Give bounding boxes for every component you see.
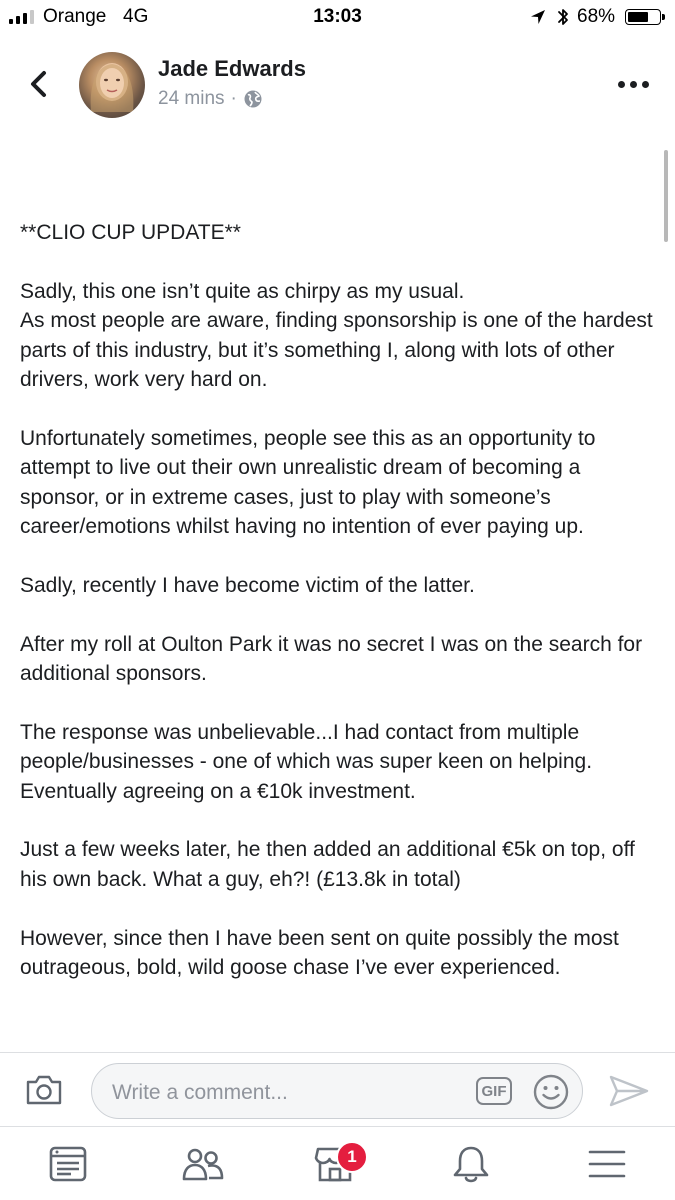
emoji-icon[interactable] (532, 1073, 570, 1111)
camera-icon[interactable] (24, 1073, 64, 1107)
location-arrow-icon (531, 10, 545, 24)
gif-button[interactable]: GIF (476, 1077, 512, 1105)
news-feed-icon[interactable] (47, 1143, 91, 1185)
post-paragraph: The response was unbelievable...I had co… (20, 720, 593, 803)
post-body: **CLIO CUP UPDATE** Sadly, this one isn’… (20, 218, 658, 1012)
more-options-button[interactable] (613, 72, 653, 96)
post-paragraph: However, since then I have been sent on … (20, 926, 619, 980)
globe-icon (244, 90, 262, 108)
more-dot-icon (629, 80, 637, 88)
comment-field[interactable] (110, 1074, 464, 1112)
post-paragraph: Sadly, this one isn’t quite as chirpy as… (20, 279, 653, 392)
more-dot-icon (641, 80, 649, 88)
avatar-photo (90, 63, 134, 112)
send-icon[interactable] (608, 1073, 650, 1109)
menu-icon[interactable] (585, 1143, 629, 1185)
avatar[interactable] (79, 52, 145, 118)
post-paragraph: Sadly, recently I have become victim of … (20, 573, 475, 597)
post-paragraph: **CLIO CUP UPDATE** (20, 221, 241, 244)
tab-bar: 1 (0, 1126, 675, 1200)
comment-bar: GIF (0, 1052, 675, 1127)
post-screen: Orange 4G 13:03 68% Jade Edwards 24 mins… (0, 0, 675, 1200)
scroll-indicator[interactable] (664, 150, 668, 242)
post-paragraph: After my roll at Oulton Park it was no s… (20, 632, 643, 686)
author-name[interactable]: Jade Edwards (158, 56, 306, 82)
clock: 13:03 (313, 6, 362, 27)
friends-icon[interactable] (181, 1143, 225, 1185)
meta-separator: · (230, 88, 237, 109)
marketplace-notification-badge: 1 (336, 1141, 368, 1173)
post-paragraph: Just a few weeks later, he then added an… (20, 838, 635, 891)
status-bar: Orange 4G 13:03 68% (0, 0, 675, 36)
post-timestamp[interactable]: 24 mins (158, 88, 225, 110)
post-header: Jade Edwards 24 mins · (0, 40, 675, 140)
back-button[interactable] (22, 64, 56, 104)
battery-icon (625, 9, 665, 25)
battery-percentage: 68% (577, 6, 616, 27)
post-meta: 24 mins · (158, 88, 263, 110)
comment-input[interactable]: GIF (91, 1063, 583, 1119)
post-paragraph: Unfortunately sometimes, people see this… (20, 426, 596, 539)
notifications-icon[interactable] (449, 1143, 493, 1185)
more-dot-icon (617, 80, 625, 88)
bluetooth-icon (558, 9, 568, 25)
